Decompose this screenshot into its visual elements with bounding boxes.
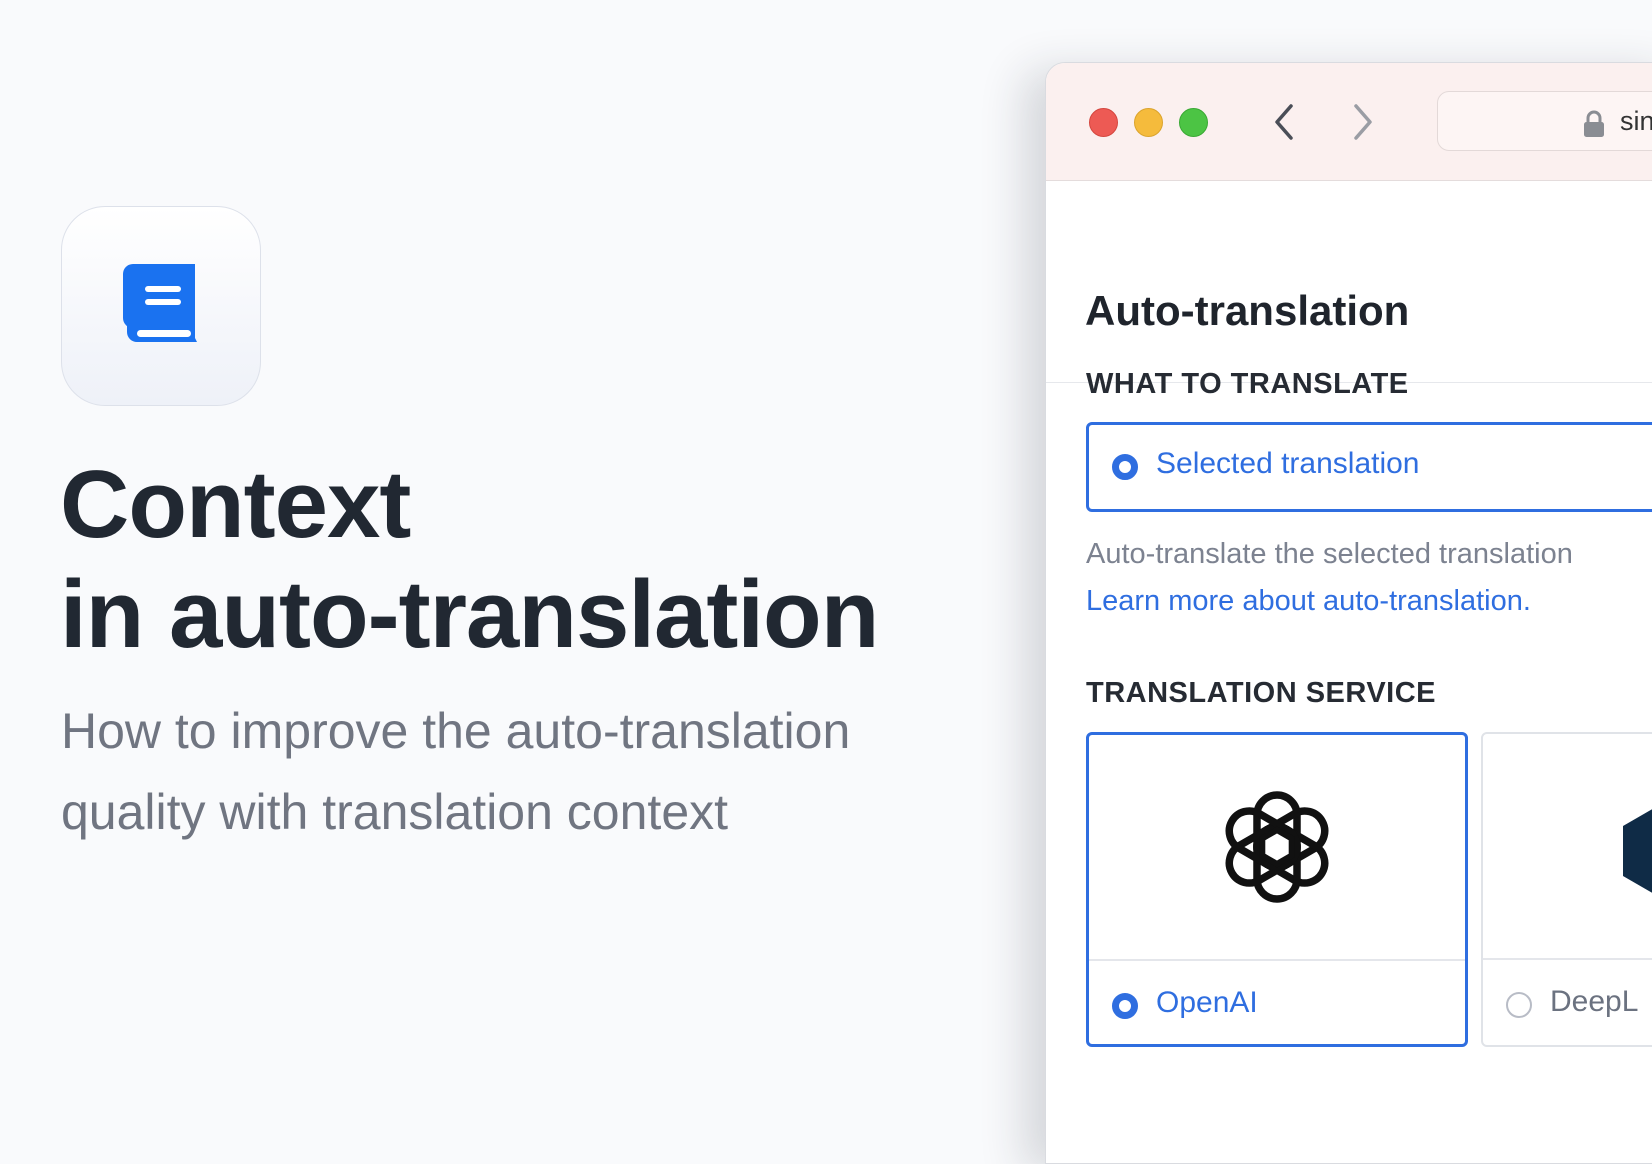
hero-subtitle-line-2: quality with translation context: [61, 784, 729, 840]
selected-translation-label: Selected translation: [1156, 447, 1420, 480]
translation-service-label: TRANSLATION SERVICE: [1086, 677, 1437, 709]
chevron-right-icon: [1354, 104, 1372, 140]
panel-title: Auto-translation: [1085, 287, 1410, 334]
deepl-logo-icon: [1623, 809, 1652, 893]
hero-subtitle: How to improve the auto-translation qual…: [61, 691, 850, 853]
hero-title-line-2: in auto-translation: [60, 561, 879, 668]
service-option-openai[interactable]: OpenAI: [1086, 732, 1468, 1047]
address-bar[interactable]: sin: [1437, 91, 1652, 151]
panel-header: Auto-translation: [1046, 182, 1652, 383]
back-button[interactable]: [1264, 101, 1304, 143]
address-text: sin: [1620, 106, 1652, 136]
hero-subtitle-line-1: How to improve the auto-translation: [61, 703, 851, 759]
forward-button[interactable]: [1343, 101, 1383, 143]
book-icon: [123, 264, 197, 342]
window-zoom-button[interactable]: [1179, 108, 1208, 137]
service-option-deepl[interactable]: DeepL: [1481, 732, 1652, 1047]
what-to-translate-label: WHAT TO TRANSLATE: [1086, 368, 1409, 400]
deepl-label: DeepL: [1550, 985, 1639, 1018]
chevron-left-icon: [1275, 104, 1293, 140]
what-to-translate-help: Auto-translate the selected translation: [1086, 538, 1573, 570]
selected-translation-radio[interactable]: [1112, 454, 1138, 480]
app-icon: [61, 206, 261, 406]
browser-titlebar: sin: [1046, 63, 1652, 181]
browser-window: sin Auto-translation WHAT TO TRANSLATE S…: [1045, 62, 1652, 1164]
hero-title-line-1: Context: [60, 451, 411, 558]
window-close-button[interactable]: [1089, 108, 1118, 137]
selected-translation-option[interactable]: Selected translation: [1086, 422, 1652, 512]
learn-more-link[interactable]: Learn more about auto-translation.: [1086, 585, 1531, 618]
openai-label: OpenAI: [1156, 986, 1258, 1019]
service-card-divider: [1483, 958, 1652, 960]
service-card-divider: [1089, 959, 1465, 961]
openai-logo-icon: [1225, 791, 1329, 903]
window-minimize-button[interactable]: [1134, 108, 1163, 137]
openai-logo-area: [1089, 735, 1465, 959]
lock-icon: [1584, 110, 1604, 137]
hero-title: Context in auto-translation: [60, 450, 879, 670]
openai-radio[interactable]: [1112, 993, 1138, 1019]
deepl-radio[interactable]: [1506, 992, 1532, 1018]
